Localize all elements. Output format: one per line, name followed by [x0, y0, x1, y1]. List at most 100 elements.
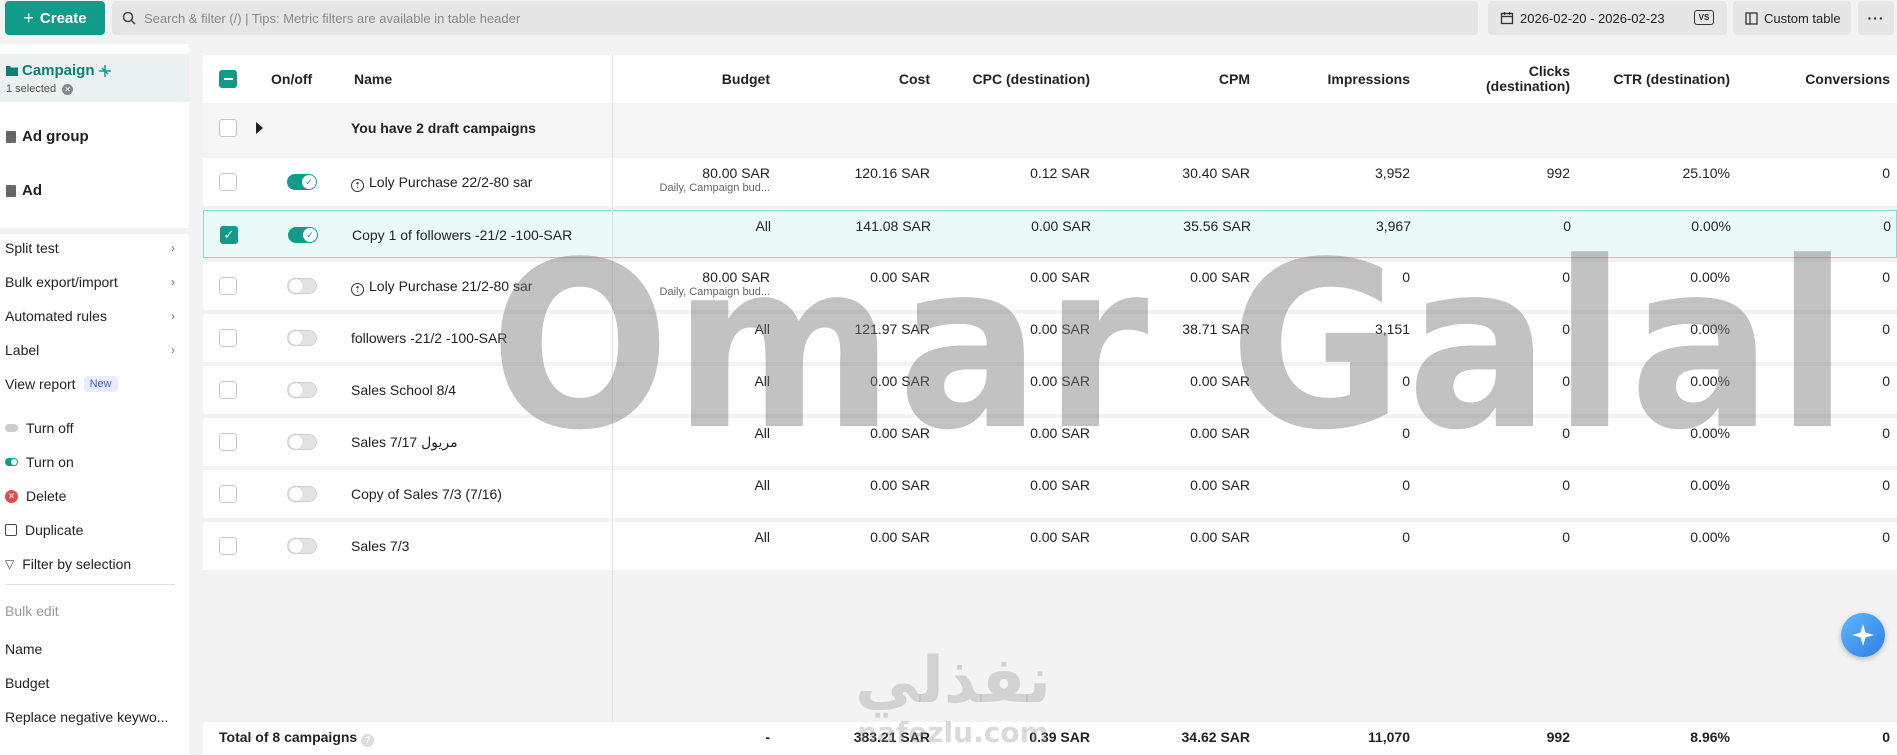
cost-cell: 120.16 SAR	[854, 165, 931, 181]
table-row[interactable]: followers -21/2 -100-SAR All 121.97 SAR 0.0…	[203, 314, 1897, 362]
bulk-label: Name	[5, 641, 43, 657]
campaign-name[interactable]: ⇡ Loly Purchase 21/2-80 sar	[351, 278, 532, 296]
bulk-edit-negative-keywords[interactable]: Replace negative keywo...	[5, 704, 175, 730]
budget-cell[interactable]: All	[623, 373, 770, 389]
header-onoff[interactable]: On/off	[271, 55, 312, 103]
document-icon	[6, 184, 16, 197]
help-icon[interactable]: ?	[361, 733, 375, 747]
compare-vs-button[interactable]: VS	[1694, 10, 1714, 25]
header-cpc[interactable]: CPC (destination)	[943, 55, 1090, 103]
clicks-cell: 0	[1563, 218, 1571, 234]
header-impressions[interactable]: Impressions	[1263, 55, 1410, 103]
level-ad-group[interactable]: Ad group	[0, 122, 189, 152]
status-toggle[interactable]: ✓	[288, 227, 318, 243]
campaign-name[interactable]: Copy 1 of followers -21/2 -100-SAR	[352, 227, 572, 243]
menu-automated-rules[interactable]: Automated rules ›	[5, 303, 175, 329]
row-checkbox[interactable]	[219, 329, 237, 347]
search-input[interactable]	[144, 10, 1444, 26]
impressions-cell: 0	[1402, 477, 1410, 493]
campaign-name[interactable]: followers -21/2 -100-SAR	[351, 330, 507, 346]
status-toggle[interactable]	[287, 434, 317, 450]
header-ctr[interactable]: CTR (destination)	[1583, 55, 1730, 103]
svg-text:نفذلي: نفذلي	[855, 644, 1051, 718]
table-row[interactable]: Sales School 8/4 All 0.00 SAR 0.00 SAR 0.00 …	[203, 366, 1897, 414]
row-checkbox[interactable]	[219, 119, 237, 137]
header-clicks[interactable]: Clicks (destination)	[1423, 55, 1570, 103]
more-options-button[interactable]: ···	[1858, 1, 1894, 35]
custom-table-button[interactable]: Custom table	[1733, 1, 1851, 35]
table-row[interactable]: Sales 7/17 مريول All 0.00 SAR 0.00 SAR 0.00 …	[203, 418, 1897, 466]
status-toggle[interactable]	[287, 382, 317, 398]
header-conversions[interactable]: Conversions	[1743, 55, 1890, 103]
ai-assistant-button[interactable]	[1841, 613, 1885, 657]
campaign-name[interactable]: Sales 7/3	[351, 538, 409, 554]
action-delete[interactable]: ✕ Delete	[5, 483, 175, 509]
campaign-name[interactable]: Sales School 8/4	[351, 382, 456, 398]
chevron-right-icon: ›	[171, 343, 175, 357]
cost-cell: 0.00 SAR	[870, 425, 930, 441]
row-checkbox[interactable]: ✓	[220, 226, 238, 244]
budget-cell[interactable]: 80.00 SAR Daily, Campaign bud...	[623, 269, 770, 298]
header-cpm[interactable]: CPM	[1103, 55, 1250, 103]
menu-bulk-export-import[interactable]: Bulk export/import ›	[5, 269, 175, 295]
cpm-cell: 0.00 SAR	[1190, 477, 1250, 493]
action-duplicate[interactable]: Duplicate	[5, 517, 175, 543]
sidebar-separator	[0, 228, 189, 234]
bulk-edit-budget[interactable]: Budget	[5, 670, 175, 696]
status-toggle[interactable]	[287, 538, 317, 554]
row-checkbox[interactable]	[219, 537, 237, 555]
menu-split-test[interactable]: Split test ›	[5, 235, 175, 261]
status-toggle[interactable]	[287, 330, 317, 346]
campaign-name[interactable]: ⇡ Loly Purchase 22/2-80 sar	[351, 174, 532, 192]
total-budget: -	[765, 729, 770, 745]
row-checkbox[interactable]	[219, 381, 237, 399]
campaign-name[interactable]: Sales 7/17 مريول	[351, 434, 458, 451]
row-checkbox[interactable]	[219, 173, 237, 191]
bulk-edit-name[interactable]: Name	[5, 636, 175, 662]
expand-arrow-icon[interactable]	[256, 122, 263, 134]
table-row[interactable]: ⇡ Loly Purchase 21/2-80 sar 80.00 SAR Daily…	[203, 262, 1897, 310]
row-checkbox[interactable]	[219, 277, 237, 295]
status-toggle[interactable]	[287, 486, 317, 502]
header-budget[interactable]: Budget	[623, 55, 770, 103]
action-turn-on[interactable]: Turn on	[5, 449, 175, 475]
date-range-text: 2026-02-20 - 2026-02-23	[1520, 10, 1665, 26]
impressions-cell: 3,952	[1374, 165, 1410, 181]
table-row[interactable]: ✓ ✓ Copy 1 of followers -21/2 -100-SAR All 1…	[203, 210, 1897, 258]
header-name[interactable]: Name	[354, 55, 392, 103]
create-label: Create	[39, 9, 87, 27]
budget-cell[interactable]: All	[623, 425, 770, 441]
table-row[interactable]: ✓ ⇡ Loly Purchase 22/2-80 sar 80.00 SAR Dail…	[203, 158, 1897, 206]
budget-cell[interactable]: All	[624, 218, 771, 234]
date-range-picker[interactable]: 2026-02-20 - 2026-02-23	[1488, 1, 1727, 35]
search-bar[interactable]	[112, 1, 1478, 35]
level-ad[interactable]: Ad	[0, 176, 189, 206]
row-checkbox[interactable]	[219, 433, 237, 451]
budget-value: All	[754, 321, 770, 337]
total-cpm: 34.62 SAR	[1181, 729, 1250, 745]
table-row[interactable]: Copy of Sales 7/3 (7/16) All 0.00 SAR 0.00 …	[203, 470, 1897, 518]
action-turn-off[interactable]: Turn off	[5, 415, 175, 441]
status-toggle[interactable]	[287, 278, 317, 294]
sidebar-divider	[5, 584, 175, 585]
row-checkbox[interactable]	[219, 485, 237, 503]
select-all-checkbox[interactable]	[219, 70, 237, 88]
action-filter-by-selection[interactable]: ▽ Filter by selection	[5, 551, 175, 577]
create-button[interactable]: + Create	[5, 1, 105, 35]
menu-view-report[interactable]: View report New	[5, 371, 175, 397]
draft-campaigns-row[interactable]: You have 2 draft campaigns	[203, 104, 1897, 153]
table-row[interactable]: Sales 7/3 All 0.00 SAR 0.00 SAR 0.00 SAR 0 0 0.…	[203, 522, 1897, 570]
clicks-cell: 992	[1546, 165, 1570, 181]
pin-icon[interactable]	[98, 64, 111, 77]
budget-cell[interactable]: All	[623, 477, 770, 493]
budget-cell[interactable]: All	[623, 321, 770, 337]
budget-cell[interactable]: All	[623, 529, 770, 545]
level-campaign[interactable]: Campaign 1 selected ✕	[0, 54, 189, 102]
campaign-name[interactable]: Copy of Sales 7/3 (7/16)	[351, 486, 502, 502]
budget-type: Daily, Campaign bud...	[659, 286, 770, 298]
status-toggle[interactable]: ✓	[287, 174, 317, 190]
clear-selection-icon[interactable]: ✕	[62, 83, 74, 95]
menu-label-item[interactable]: Label ›	[5, 337, 175, 363]
header-cost[interactable]: Cost	[783, 55, 930, 103]
budget-cell[interactable]: 80.00 SAR Daily, Campaign bud...	[623, 165, 770, 194]
